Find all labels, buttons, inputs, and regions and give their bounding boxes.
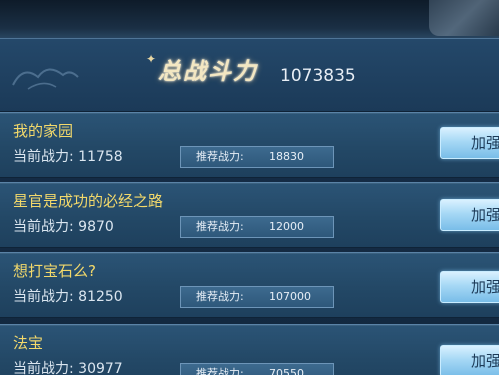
list-item: 我的家园 当前战力: 11758 推荐战力: 18830 加强 [0, 112, 499, 178]
enhance-button[interactable]: 加强 [440, 127, 499, 159]
list-item: 想打宝石么? 当前战力: 81250 推荐战力: 107000 加强 [0, 252, 499, 318]
recommended-power-value: 107000 [269, 290, 311, 303]
enhance-button[interactable]: 加强 [440, 199, 499, 231]
page-title: 总战斗力 [158, 58, 258, 85]
recommended-power-label: 推荐战力: [196, 150, 244, 163]
total-power-value: 1073835 [280, 66, 356, 86]
top-ornament [429, 0, 499, 36]
list-item: 法宝 当前战力: 30977 推荐战力: 70550 加强 [0, 324, 499, 375]
recommended-power-box: 推荐战力: 12000 [180, 216, 334, 238]
current-power-value: 11758 [78, 149, 123, 165]
recommended-power-box: 推荐战力: 107000 [180, 286, 334, 308]
recommended-power-label: 推荐战力: [196, 367, 244, 375]
current-power-value: 9870 [78, 219, 114, 235]
recommended-power-label: 推荐战力: [196, 220, 244, 233]
current-power: 当前战力: 9870 [13, 219, 114, 236]
enhance-button[interactable]: 加强 [440, 271, 499, 303]
current-power-label: 当前战力: [13, 289, 74, 305]
current-power-label: 当前战力: [13, 149, 74, 165]
recommended-power-box: 推荐战力: 70550 [180, 363, 334, 375]
recommended-power-value: 18830 [269, 150, 304, 163]
row-title: 我的家园 [13, 122, 74, 140]
row-title: 法宝 [13, 334, 44, 352]
recommended-power-value: 12000 [269, 220, 304, 233]
enhance-button[interactable]: 加强 [440, 345, 499, 375]
current-power-value: 30977 [78, 361, 123, 375]
top-bar [0, 0, 499, 40]
current-power: 当前战力: 30977 [13, 361, 123, 375]
current-power-label: 当前战力: [13, 361, 74, 375]
power-panel: ✦ 总战斗力 1073835 我的家园 当前战力: 11758 推荐战力: 18… [0, 0, 499, 375]
sparkle-icon: ✦ [146, 52, 157, 66]
recommended-power-box: 推荐战力: 18830 [180, 146, 334, 168]
list-item: 星官是成功的必经之路 当前战力: 9870 推荐战力: 12000 加强 [0, 182, 499, 248]
current-power: 当前战力: 81250 [13, 289, 123, 306]
current-power: 当前战力: 11758 [13, 149, 123, 166]
recommended-power-value: 70550 [269, 367, 304, 375]
current-power-value: 81250 [78, 289, 123, 305]
current-power-label: 当前战力: [13, 219, 74, 235]
row-title: 想打宝石么? [13, 262, 96, 280]
row-title: 星官是成功的必经之路 [13, 192, 164, 210]
cloud-ornament-icon [12, 68, 79, 90]
recommended-power-label: 推荐战力: [196, 290, 244, 303]
